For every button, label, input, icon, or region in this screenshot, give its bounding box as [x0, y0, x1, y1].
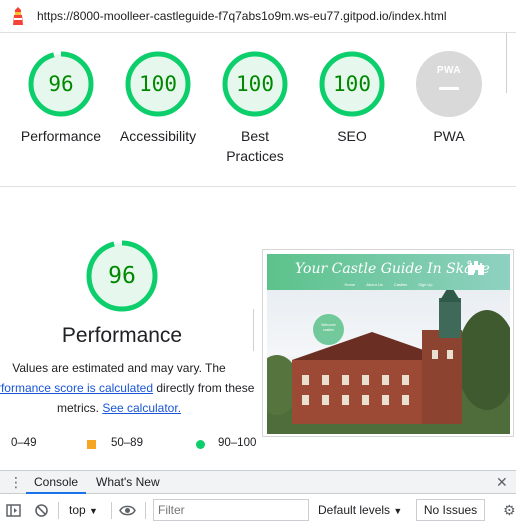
screenshot-nav-signup: Sign Up [418, 282, 433, 287]
log-levels-value: Default levels [318, 503, 391, 517]
gauge-accessibility[interactable]: 100 [125, 51, 191, 117]
gauge-seo[interactable]: 100 [319, 51, 385, 117]
gear-icon[interactable]: ⚙ [503, 502, 516, 519]
toolbar-separator [111, 502, 112, 519]
lighthouse-icon [13, 7, 23, 25]
screenshot-content: Welcome castles Your Castle Guide In Skån… [267, 254, 510, 434]
gauge-performance-label: Performance [20, 128, 102, 144]
column-divider [253, 309, 254, 351]
screenshot-site-title: Your Castle Guide In Skåne [295, 261, 490, 277]
performance-gauge-large: 96 [85, 239, 159, 313]
report-url-bar: https://8000-moolleer-castleguide-f7q7ab… [0, 0, 516, 33]
devtools-drawer-tabbar: ⋮ Console What's New ✕ [0, 470, 516, 494]
toolbar-separator [58, 502, 59, 519]
close-drawer-icon[interactable]: ✕ [496, 474, 508, 491]
gauge-pwa-label: PWA [433, 128, 465, 144]
context-selector[interactable]: top ▼ [69, 502, 98, 519]
final-screenshot[interactable]: Welcome castles Your Castle Guide In Skån… [262, 249, 514, 437]
performance-title: Performance [61, 324, 183, 347]
clear-console-icon[interactable] [34, 503, 49, 518]
see-calculator-link[interactable]: See calculator. [102, 401, 181, 415]
performance-desc-line3: metrics. [56, 401, 99, 415]
legend-average-square-icon [87, 440, 96, 449]
toggle-sidebar-icon[interactable] [6, 503, 21, 518]
pwa-badge-text: PWA [436, 65, 462, 76]
pwa-dash-icon [439, 87, 459, 90]
console-toolbar: top ▼ Default levels ▼ No Issues ⚙ [0, 494, 516, 527]
legend-average-range: 50–89 [111, 437, 143, 449]
chevron-down-icon: ▼ [89, 506, 98, 516]
screenshot-site-header: Your Castle Guide In Skåne Home About Us… [267, 254, 510, 290]
log-levels-dropdown[interactable]: Default levels ▼ [318, 502, 402, 519]
gauge-best-practices-label: Best Practices [226, 128, 284, 164]
gauge-accessibility-score: 100 [139, 72, 177, 96]
context-selector-value: top [69, 503, 86, 517]
report-url[interactable]: https://8000-moolleer-castleguide-f7q7ab… [37, 9, 447, 23]
gauge-pwa[interactable]: PWA [416, 51, 482, 117]
performance-desc-line1: Values are estimated and may vary. The [12, 361, 226, 375]
gauge-performance-score: 96 [48, 72, 74, 96]
more-options-icon[interactable]: ⋮ [9, 475, 23, 489]
scrollbar-track[interactable] [506, 33, 507, 93]
castle-logo-icon [468, 261, 484, 275]
tab-whats-new[interactable]: What's New [88, 471, 168, 494]
legend-fail-range: 0–49 [11, 437, 37, 449]
screenshot-site-nav: Home About Us Castles Sign Up [267, 282, 510, 290]
tab-console[interactable]: Console [26, 471, 87, 494]
gauge-best-practices[interactable]: 100 [222, 51, 288, 117]
issues-button[interactable]: No Issues [416, 499, 485, 521]
gauge-seo-score: 100 [333, 72, 371, 96]
performance-description: Values are estimated and may vary. The p… [0, 358, 258, 418]
screenshot-nav-home: Home [344, 282, 356, 287]
screenshot-welcome-badge: Welcome castles [313, 314, 344, 345]
legend-pass-range: 90–100 [218, 437, 257, 449]
toolbar-separator [145, 502, 146, 519]
gauge-best-practices-score: 100 [236, 72, 274, 96]
section-divider [0, 186, 516, 187]
performance-score-link[interactable]: performance score is calculated [0, 381, 153, 395]
performance-score-large: 96 [108, 263, 136, 289]
castle-photo-image [267, 290, 510, 434]
chevron-down-icon: ▼ [393, 506, 403, 516]
gauge-accessibility-label: Accessibility [119, 128, 197, 144]
live-expression-eye-icon[interactable] [119, 503, 136, 518]
performance-desc-line2: directly from these [156, 381, 255, 395]
console-filter-input[interactable] [153, 499, 309, 521]
gauge-performance[interactable]: 96 [28, 51, 94, 117]
gauge-seo-label: SEO [337, 128, 367, 144]
screenshot-nav-castles: Castles [393, 282, 408, 287]
legend-pass-circle-icon [196, 440, 205, 449]
screenshot-nav-about: About Us [366, 282, 383, 287]
